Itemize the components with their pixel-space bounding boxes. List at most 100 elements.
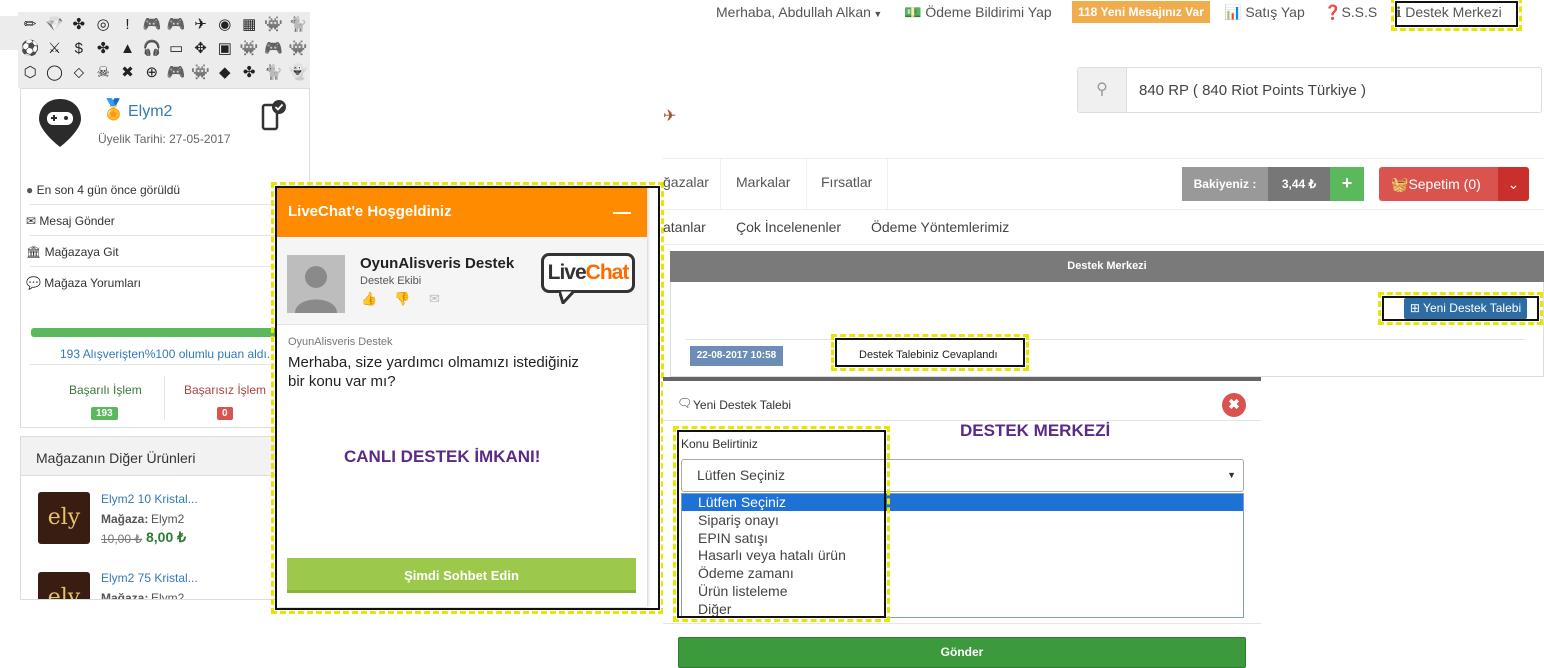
support-link-highlight — [1391, 0, 1522, 31]
mobile-verified-icon — [261, 100, 286, 131]
divider — [30, 204, 280, 205]
store-reviews-link[interactable]: 💬 Mağaza Yorumları — [26, 276, 141, 290]
category-icon[interactable]: ✏ — [24, 15, 37, 33]
basket-icon: 🧺 — [1391, 176, 1409, 192]
category-icon[interactable]: 🎮 — [167, 63, 186, 81]
category-icon[interactable]: 👻 — [288, 63, 307, 81]
topic-list-highlight — [673, 426, 890, 622]
category-icon[interactable]: ⬦ — [74, 64, 85, 81]
ticket-date-badge: 22-08-2017 10:58 — [690, 346, 783, 366]
last-seen-text: En son 4 gün önce görüldü — [36, 183, 181, 197]
category-icon[interactable]: 👾 — [240, 39, 259, 57]
comment-icon: 💬 — [26, 276, 41, 290]
category-icon[interactable]: ✤ — [97, 39, 110, 57]
category-icon[interactable]: ✈ — [194, 15, 207, 33]
category-icon[interactable]: ✤ — [73, 15, 86, 33]
category-icon[interactable]: 👾 — [288, 39, 307, 57]
category-icon[interactable]: ◯ — [46, 63, 63, 81]
submit-button[interactable]: Gönder — [678, 637, 1246, 668]
cart-label: Sepetim (0) — [1408, 176, 1481, 192]
search-box: ⚲ — [1077, 67, 1542, 113]
sell-link[interactable]: 📊 Satış Yap — [1224, 4, 1305, 21]
category-icon[interactable]: ⊕ — [146, 63, 159, 81]
divider — [806, 158, 807, 210]
category-icon[interactable]: ! — [125, 16, 129, 33]
category-icon[interactable]: ☠ — [96, 63, 109, 81]
category-icon[interactable]: 🐈 — [264, 63, 283, 81]
category-icon[interactable]: 🎮 — [264, 39, 283, 57]
category-icon[interactable]: 👾 — [191, 63, 210, 81]
balance-label: Bakiyeniz : — [1182, 167, 1268, 201]
award-icon: 🏅 — [101, 99, 126, 121]
faq-link[interactable]: ❓S.S.S — [1324, 4, 1377, 21]
category-icon[interactable]: ✤ — [243, 63, 256, 81]
category-icon[interactable]: ◉ — [218, 15, 231, 33]
product-old-price: 10,00 ₺ — [101, 532, 142, 546]
last-seen-row: ● En son 4 gün önce görüldü — [26, 183, 180, 197]
category-icon[interactable]: 🎮 — [142, 15, 161, 33]
user-greeting-dropdown[interactable]: Merhaba, Abdullah Alkan ▼ — [716, 4, 882, 20]
product-name[interactable]: Elym2 75 Kristal... — [101, 571, 198, 585]
category-icon[interactable]: ▭ — [169, 39, 183, 57]
product-thumbnail[interactable]: ely — [38, 492, 90, 544]
success-count: 193 — [91, 407, 118, 420]
send-message-link[interactable]: ✉ Mesaj Gönder — [26, 214, 115, 228]
cart-button[interactable]: 🧺Sepetim (0) — [1379, 167, 1498, 201]
rating-progress-bar — [31, 328, 277, 337]
subnav-popular[interactable]: atanlar — [663, 219, 706, 235]
category-icon[interactable]: ⚽ — [21, 39, 40, 57]
category-icon[interactable]: ◆ — [219, 63, 231, 81]
category-icon[interactable]: 🎮 — [167, 15, 186, 33]
sell-label: Satış Yap — [1245, 4, 1305, 20]
new-ticket-highlight — [1378, 292, 1543, 325]
go-store-link[interactable]: 🏛 Mağazaya Git — [26, 245, 119, 259]
payment-notice-link[interactable]: 💵 Ödeme Bildirimi Yap — [904, 4, 1052, 21]
live-support-annotation: CANLI DESTEK İMKANI! — [344, 447, 541, 466]
success-label: Başarılı İşlem — [69, 383, 142, 397]
rating-progress-fill — [31, 328, 277, 337]
add-balance-button[interactable]: + — [1330, 167, 1364, 201]
category-icon[interactable]: $ — [75, 40, 83, 57]
category-icon[interactable]: 💎 — [45, 15, 64, 33]
payment-notice-label: Ödeme Bildirimi Yap — [925, 4, 1052, 20]
category-icon[interactable]: 👾 — [264, 15, 283, 33]
product-store-label: Mağaza: — [101, 512, 149, 526]
question-icon: ❓ — [1324, 4, 1342, 20]
subnav-payment-methods[interactable]: Ödeme Yöntemlerimiz — [871, 219, 1009, 235]
balance-value: 3,44 ₺ — [1268, 167, 1330, 201]
category-icon[interactable]: 🎧 — [142, 39, 161, 57]
product-name[interactable]: Elym2 10 Kristal... — [101, 492, 198, 506]
divider — [30, 235, 280, 236]
support-panel-title: Destek Merkezi — [670, 251, 1544, 282]
other-products-title: Mağazanın Diğer Ürünleri — [36, 450, 196, 466]
go-store-label: Mağazaya Git — [44, 245, 119, 259]
close-icon[interactable]: ✖ — [1222, 393, 1246, 417]
status-dot-icon: ● — [26, 183, 34, 197]
store-name[interactable]: Elym2 — [128, 103, 172, 121]
divider — [30, 364, 270, 365]
nav-item-brands[interactable]: Markalar — [736, 174, 790, 190]
nav-item-stores[interactable]: ğazalar — [663, 174, 709, 190]
cart-dropdown-chevron-icon[interactable]: ⌄ — [1498, 167, 1529, 201]
product-price: 8,00 ₺ — [146, 529, 187, 545]
category-icon[interactable]: ⬡ — [24, 63, 37, 81]
category-icon[interactable]: ▲ — [120, 40, 135, 57]
category-icon[interactable]: ✥ — [194, 39, 207, 57]
subnav-most-viewed[interactable]: Çok İncelenenler — [736, 219, 841, 235]
logo-fragment-icon: ✈ — [663, 108, 677, 125]
category-icon[interactable]: ▦ — [242, 15, 256, 33]
category-icon[interactable]: ⚔ — [48, 39, 61, 57]
category-icon[interactable]: ◎ — [97, 15, 110, 33]
category-icon[interactable]: 🐈 — [288, 15, 307, 33]
envelope-icon: ✉ — [26, 214, 37, 228]
search-icon[interactable]: ⚲ — [1078, 68, 1127, 112]
category-icon[interactable]: ▣ — [218, 39, 232, 57]
nav-item-deals[interactable]: Fırsatlar — [821, 174, 872, 190]
divider — [686, 339, 1526, 340]
messages-badge[interactable]: 118 Yeni Mesajınız Var — [1072, 1, 1210, 23]
store-reviews-label: Mağaza Yorumları — [44, 276, 142, 290]
category-icon[interactable]: ✖ — [121, 63, 134, 81]
search-input[interactable] — [1128, 68, 1538, 112]
product-thumbnail[interactable]: ely — [38, 572, 90, 599]
gamepad-pin-icon — [39, 99, 81, 147]
